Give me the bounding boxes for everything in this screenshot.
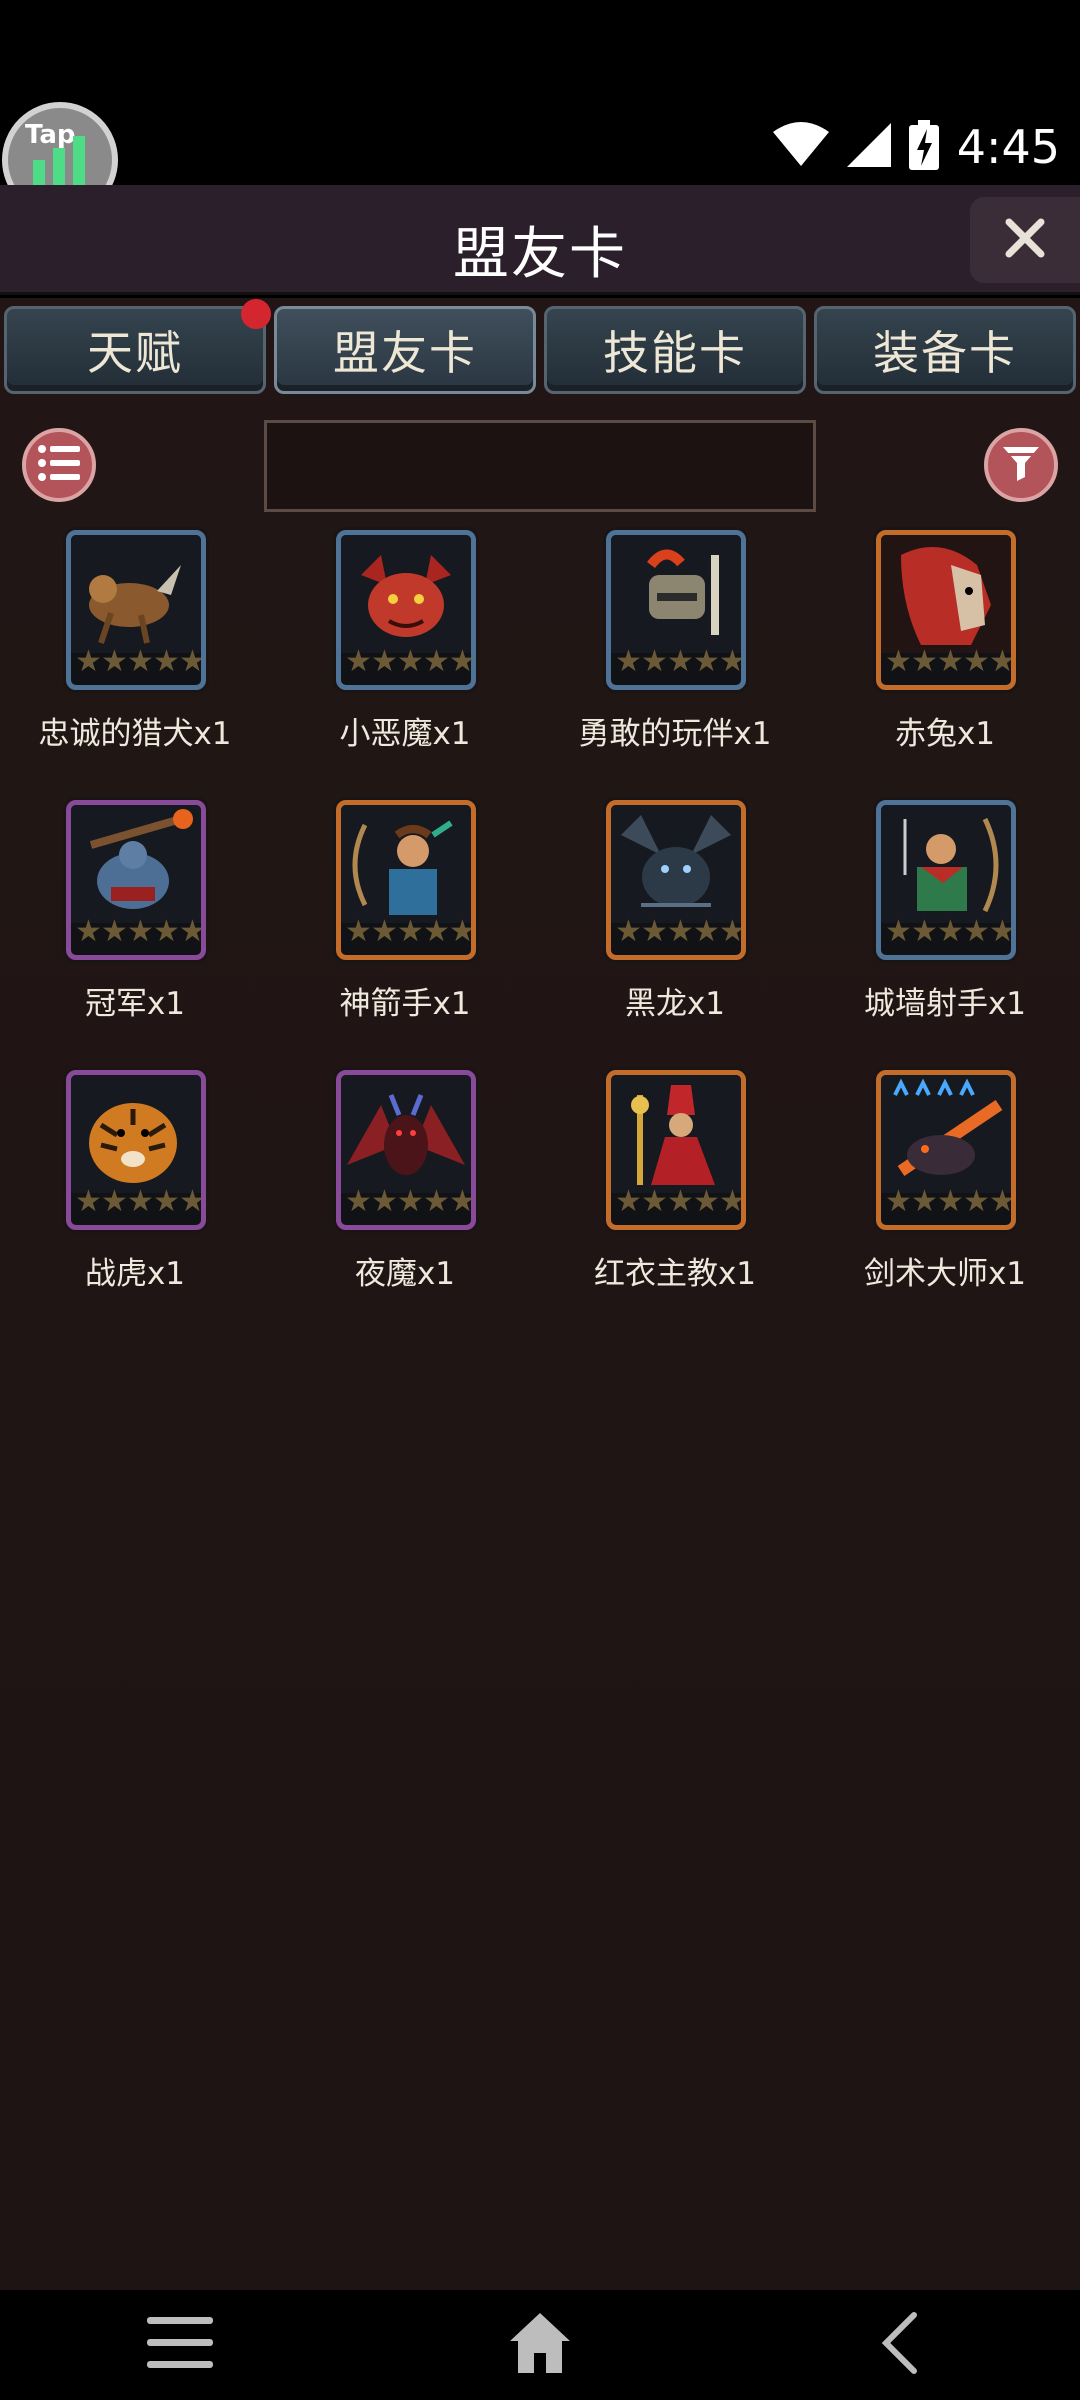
sword-master-portrait — [881, 1075, 1011, 1193]
star-rating: ★ ★ ★ ★ ★ — [615, 914, 746, 949]
card-name: 战虎x1 — [84, 1256, 186, 1292]
close-button[interactable] — [970, 197, 1080, 283]
card-name: 忠诚的猎犬x1 — [38, 716, 232, 752]
notification-dot — [241, 299, 271, 329]
card-portrait: ★ ★ ★ ★ ★ — [606, 1070, 746, 1230]
main-content: 天赋 盟友卡 技能卡 装备卡 ★ ★ ★ ★ ★ 忠诚的猎犬x1 ★ ★ ★ ★… — [0, 298, 1080, 2290]
ally-card[interactable]: ★ ★ ★ ★ ★ 黑龙x1 — [540, 800, 810, 1050]
tab-label: 盟友卡 — [333, 326, 477, 380]
system-nav-bar — [0, 2290, 1080, 2400]
red-horse-portrait — [881, 535, 1011, 653]
card-portrait: ★ ★ ★ ★ ★ — [66, 530, 206, 690]
bar-chart-icon: Tap — [25, 120, 95, 190]
recents-button[interactable] — [120, 2300, 240, 2390]
star-rating: ★ ★ ★ ★ ★ — [345, 1184, 476, 1219]
ally-card[interactable]: ★ ★ ★ ★ ★ 勇敢的玩伴x1 — [540, 530, 810, 780]
ally-card[interactable]: ★ ★ ★ ★ ★ 忠诚的猎犬x1 — [0, 530, 270, 780]
status-icons: 4:45 — [772, 112, 1060, 182]
tab-label: 装备卡 — [873, 326, 1017, 380]
battery-charging-icon — [908, 120, 939, 174]
star-rating: ★ ★ ★ ★ ★ — [885, 1184, 1016, 1219]
menu-icon — [147, 2315, 213, 2375]
tab-skill-cards[interactable]: 技能卡 — [544, 306, 806, 394]
list-icon — [37, 443, 81, 487]
card-name: 黑龙x1 — [624, 986, 726, 1022]
card-portrait: ★ ★ ★ ★ ★ — [606, 800, 746, 960]
home-icon — [508, 2311, 572, 2379]
knight-portrait — [611, 535, 741, 653]
card-name: 神箭手x1 — [339, 986, 471, 1022]
tab-equipment-cards[interactable]: 装备卡 — [814, 306, 1076, 394]
ally-card[interactable]: ★ ★ ★ ★ ★ 夜魔x1 — [270, 1070, 540, 1320]
ally-card[interactable]: ★ ★ ★ ★ ★ 小恶魔x1 — [270, 530, 540, 780]
title-bar: 盟友卡 — [0, 185, 1080, 295]
filter-button[interactable] — [984, 428, 1058, 502]
ally-card[interactable]: ★ ★ ★ ★ ★ 剑术大师x1 — [810, 1070, 1080, 1320]
card-portrait: ★ ★ ★ ★ ★ — [66, 800, 206, 960]
back-icon — [880, 2311, 920, 2379]
champion-portrait — [71, 805, 201, 923]
card-portrait: ★ ★ ★ ★ ★ — [336, 530, 476, 690]
star-rating: ★ ★ ★ ★ ★ — [885, 914, 1016, 949]
card-name: 夜魔x1 — [354, 1256, 456, 1292]
star-rating: ★ ★ ★ ★ ★ — [345, 644, 476, 679]
black-dragon-portrait — [611, 805, 741, 923]
card-portrait: ★ ★ ★ ★ ★ — [606, 530, 746, 690]
imp-portrait — [341, 535, 471, 653]
star-rating: ★ ★ ★ ★ ★ — [885, 644, 1016, 679]
star-rating: ★ ★ ★ ★ ★ — [615, 644, 746, 679]
status-bar: 4:45 — [0, 0, 1080, 185]
card-portrait: ★ ★ ★ ★ ★ — [876, 530, 1016, 690]
star-rating: ★ ★ ★ ★ ★ — [75, 1184, 206, 1219]
cardinal-portrait — [611, 1075, 741, 1193]
archer-portrait — [341, 805, 471, 923]
card-name: 红衣主教x1 — [593, 1256, 757, 1292]
card-portrait: ★ ★ ★ ★ ★ — [876, 800, 1016, 960]
star-rating: ★ ★ ★ ★ ★ — [615, 1184, 746, 1219]
card-portrait: ★ ★ ★ ★ ★ — [336, 800, 476, 960]
card-portrait: ★ ★ ★ ★ ★ — [66, 1070, 206, 1230]
card-name: 赤兔x1 — [894, 716, 996, 752]
ally-card[interactable]: ★ ★ ★ ★ ★ 城墙射手x1 — [810, 800, 1080, 1050]
ally-card[interactable]: ★ ★ ★ ★ ★ 赤兔x1 — [810, 530, 1080, 780]
back-button[interactable] — [840, 2300, 960, 2390]
card-portrait: ★ ★ ★ ★ ★ — [876, 1070, 1016, 1230]
wall-archer-portrait — [881, 805, 1011, 923]
ally-card[interactable]: ★ ★ ★ ★ ★ 冠军x1 — [0, 800, 270, 1050]
tab-talent[interactable]: 天赋 — [4, 299, 271, 394]
tab-bar: 天赋 盟友卡 技能卡 装备卡 — [0, 299, 1080, 398]
war-tiger-portrait — [71, 1075, 201, 1193]
page-title: 盟友卡 — [453, 222, 627, 287]
card-name: 城墙射手x1 — [863, 986, 1027, 1022]
night-demon-portrait — [341, 1075, 471, 1193]
list-view-button[interactable] — [22, 428, 96, 502]
card-portrait: ★ ★ ★ ★ ★ — [336, 1070, 476, 1230]
close-icon — [1005, 218, 1045, 262]
ally-card[interactable]: ★ ★ ★ ★ ★ 神箭手x1 — [270, 800, 540, 1050]
card-name: 剑术大师x1 — [863, 1256, 1027, 1292]
filter-icon — [1001, 443, 1041, 487]
app-badge-label: Tap — [25, 120, 76, 150]
star-rating: ★ ★ ★ ★ ★ — [345, 914, 476, 949]
hound-portrait — [71, 535, 201, 653]
card-name: 小恶魔x1 — [339, 716, 471, 752]
ally-card[interactable]: ★ ★ ★ ★ ★ 战虎x1 — [0, 1070, 270, 1320]
card-name: 冠军x1 — [84, 986, 186, 1022]
card-name: 勇敢的玩伴x1 — [578, 716, 772, 752]
star-rating: ★ ★ ★ ★ ★ — [75, 644, 206, 679]
tab-label: 天赋 — [87, 326, 183, 380]
tab-label: 技能卡 — [603, 326, 747, 380]
signal-icon — [846, 123, 891, 171]
status-time: 4:45 — [956, 120, 1060, 174]
star-rating: ★ ★ ★ ★ ★ — [75, 914, 206, 949]
search-input[interactable] — [264, 420, 816, 512]
tab-ally-cards[interactable]: 盟友卡 — [274, 306, 536, 394]
home-button[interactable] — [480, 2300, 600, 2390]
ally-card[interactable]: ★ ★ ★ ★ ★ 红衣主教x1 — [540, 1070, 810, 1320]
wifi-icon — [772, 122, 829, 172]
